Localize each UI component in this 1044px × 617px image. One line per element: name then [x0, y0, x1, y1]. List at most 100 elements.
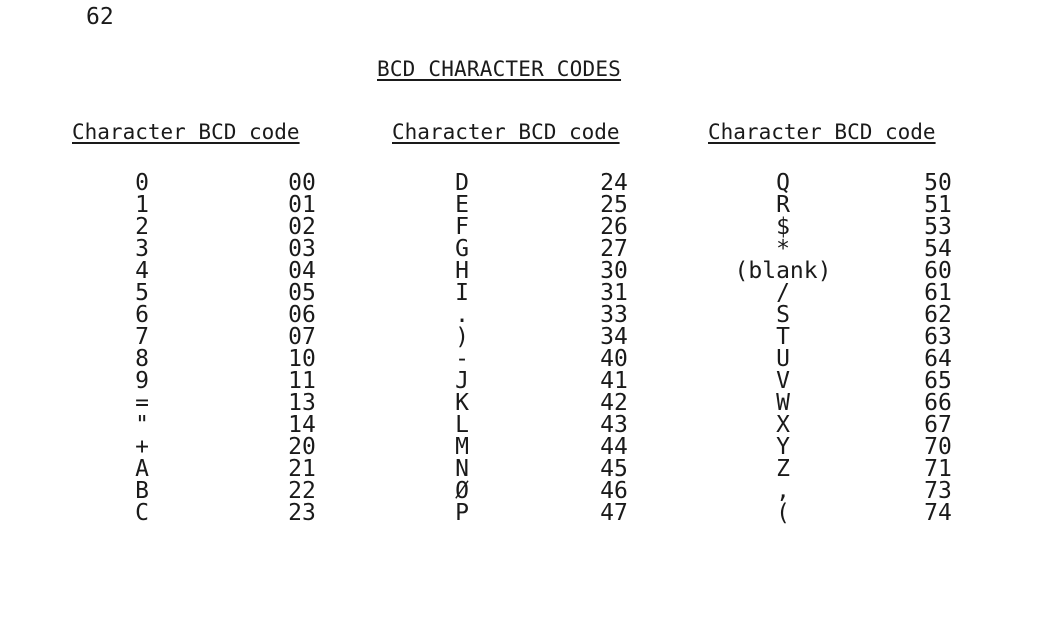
character-cell: W	[776, 390, 790, 416]
character-cell: F	[455, 214, 469, 240]
table-row: G 27	[392, 236, 628, 262]
table-row: F 26	[392, 214, 628, 240]
bcd-code-cell: 54	[924, 236, 952, 262]
bcd-code-cell: 23	[288, 500, 316, 526]
bcd-code-cell: 10	[288, 346, 316, 372]
bcd-code-cell: 60	[924, 258, 952, 284]
table-row: N 45	[392, 456, 628, 482]
table-row: J 41	[392, 368, 628, 394]
character-cell: 1	[135, 192, 149, 218]
character-cell: 0	[135, 170, 149, 196]
table-row: " 14	[72, 412, 316, 438]
character-cell: B	[135, 478, 149, 504]
character-cell: A	[135, 456, 149, 482]
code-rows: Q 50 R 51 $53 * 54 (blank) 60/61 S 62 T 63 U 64 V 65 W 66 X…	[708, 172, 952, 525]
character-cell: 9	[135, 368, 149, 394]
table-row: Y 70	[708, 434, 952, 460]
bcd-code-cell: 41	[600, 368, 628, 394]
table-row: 8 10	[72, 346, 316, 372]
table-row: = 13	[72, 390, 316, 416]
table-row: (74	[708, 502, 952, 525]
character-cell: D	[455, 170, 469, 196]
table-row: A 21	[72, 456, 316, 482]
table-row: E 25	[392, 192, 628, 218]
table-row: . 33	[392, 302, 628, 328]
table-row: 3 03	[72, 238, 316, 261]
character-cell: Y	[776, 434, 790, 460]
character-cell: N	[455, 456, 469, 482]
bcd-code-cell: 03	[288, 236, 316, 262]
character-cell: G	[455, 236, 469, 262]
table-row: ) 34	[392, 326, 628, 349]
character-cell: J	[455, 368, 469, 394]
table-row: R 51	[708, 194, 952, 217]
column-header: Character BCD code	[708, 120, 936, 144]
bcd-code-cell: 50	[924, 170, 952, 196]
bcd-code-cell: 31	[600, 280, 628, 306]
bcd-code-cell: 64	[924, 346, 952, 372]
table-row: 5 05	[72, 280, 316, 306]
table-row: K 42	[392, 390, 628, 416]
code-table-column-3: Character BCD code Q 50 R 51 $53 * 54 (blank) 60…	[708, 118, 952, 525]
code-rows: 0 00 1 01 2 02 3 03 4 04 5 05 6 06 7 07 8 10 9 11 = 13 " 14 +20 A…	[72, 170, 316, 526]
bcd-code-cell: 51	[924, 192, 952, 218]
bcd-code-cell: 70	[924, 434, 952, 460]
character-cell: Z	[776, 456, 790, 482]
character-cell: 5	[135, 280, 149, 306]
table-row: 0 00	[72, 170, 316, 196]
bcd-code-cell: 01	[288, 192, 316, 218]
character-cell: V	[776, 368, 790, 394]
character-cell: X	[776, 412, 790, 438]
character-cell: 8	[135, 346, 149, 372]
character-cell: C	[135, 500, 149, 526]
bcd-code-cell: 43	[600, 412, 628, 438]
table-row: Ø 46	[392, 478, 628, 504]
bcd-code-cell: 67	[924, 412, 952, 438]
character-cell: Ø	[455, 478, 469, 504]
table-row: U 64	[708, 348, 952, 371]
bcd-code-cell: 04	[288, 258, 316, 284]
bcd-code-cell: 20	[288, 434, 316, 460]
bcd-code-cell: 71	[924, 456, 952, 482]
character-cell: S	[776, 302, 790, 328]
bcd-code-cell: 00	[288, 170, 316, 196]
character-cell: 7	[135, 324, 149, 350]
code-table-column-2: Character BCD code D 24 E 25 F 26 G 27 H 30 I 31. 33…	[392, 118, 628, 525]
character-cell: H	[455, 258, 469, 284]
table-row: I 31	[392, 282, 628, 305]
table-row: - 40	[392, 348, 628, 371]
bcd-code-cell: 13	[288, 390, 316, 416]
code-rows: D 24 E 25 F 26 G 27 H 30 I 31. 33) 34-40 J 41 K 42 L 43 M 44 N…	[392, 170, 628, 525]
table-row: H 30	[392, 258, 628, 284]
bcd-code-cell: 02	[288, 214, 316, 240]
page-title: BCD CHARACTER CODES	[377, 57, 622, 81]
bcd-code-cell: 14	[288, 412, 316, 438]
character-cell: (blank)	[734, 258, 832, 284]
table-row: B 22	[72, 478, 316, 504]
bcd-code-cell: 42	[600, 390, 628, 416]
column-header: Character BCD code	[392, 120, 620, 144]
character-cell: ,	[776, 478, 790, 504]
character-cell: $	[776, 214, 790, 240]
character-cell: .	[455, 302, 469, 328]
character-cell: /	[776, 280, 790, 306]
character-cell: K	[455, 390, 469, 416]
character-cell: +	[135, 434, 149, 460]
table-row: M 44	[392, 436, 628, 459]
table-row: C 23	[72, 500, 316, 526]
bcd-code-cell: 73	[924, 478, 952, 504]
character-cell: "	[135, 412, 149, 438]
table-row: L 43	[392, 414, 628, 437]
table-row: +20	[72, 434, 316, 460]
table-row: D 24	[392, 170, 628, 196]
bcd-code-cell: 74	[924, 500, 952, 526]
character-cell: E	[455, 192, 469, 218]
table-row: X 67	[708, 412, 952, 438]
character-cell: 6	[135, 302, 149, 328]
character-cell: =	[135, 390, 149, 416]
table-row: P 47	[392, 502, 628, 525]
character-cell: 2	[135, 214, 149, 240]
character-cell: 4	[135, 258, 149, 284]
bcd-code-cell: 27	[600, 236, 628, 262]
table-row: / 61	[708, 280, 952, 306]
